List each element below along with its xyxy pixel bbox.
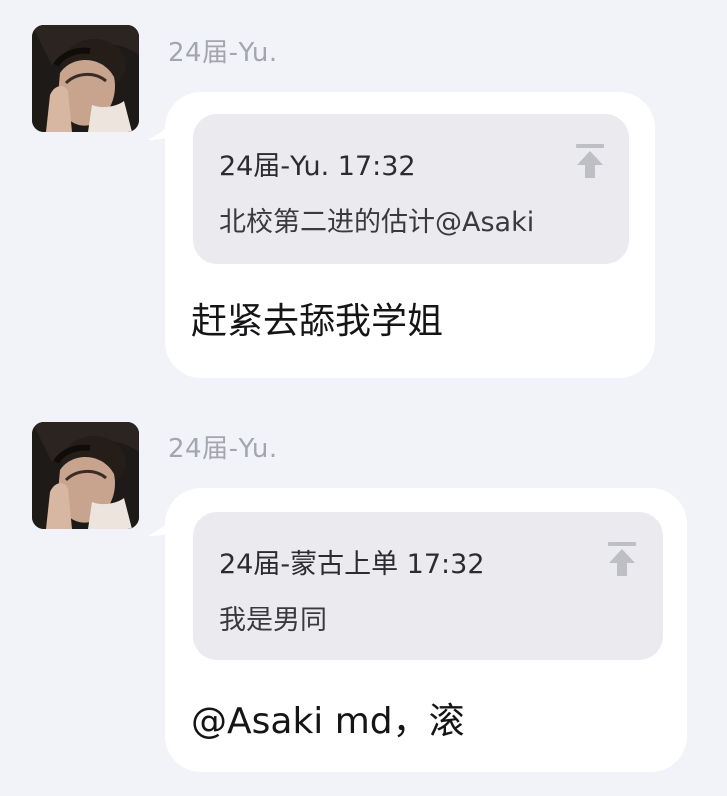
message-text: @Asaki md，滚 xyxy=(191,701,465,742)
quoted-text: 北校第二进的估计@Asaki xyxy=(219,207,535,238)
sender-name: 24届-Yu. xyxy=(168,434,278,464)
message-bubble[interactable]: 24届-Yu. 17:32 北校第二进的估计@Asaki 赶紧去舔我学姐 xyxy=(165,92,655,378)
jump-to-message-icon[interactable] xyxy=(605,540,639,578)
message-text: 赶紧去舔我学姐 xyxy=(191,301,444,342)
message-bubble[interactable]: 24届-蒙古上单 17:32 我是男同 @Asaki md，滚 xyxy=(165,488,687,772)
user-avatar-photo-icon xyxy=(32,422,139,529)
quoted-message[interactable]: 24届-Yu. 17:32 北校第二进的估计@Asaki xyxy=(193,114,629,264)
chat-message: 24届-Yu. 24届-Yu. 17:32 北校第二进的估计@Asaki 赶紧去… xyxy=(0,0,727,390)
sender-name: 24届-Yu. xyxy=(168,38,278,68)
avatar[interactable] xyxy=(32,25,139,132)
jump-to-message-icon[interactable] xyxy=(573,142,607,180)
quoted-message[interactable]: 24届-蒙古上单 17:32 我是男同 xyxy=(193,512,663,660)
user-avatar-photo-icon xyxy=(32,25,139,132)
quoted-sender-time: 24届-Yu. 17:32 xyxy=(219,151,416,182)
avatar[interactable] xyxy=(32,422,139,529)
chat-message: 24届-Yu. 24届-蒙古上单 17:32 我是男同 @Asaki md，滚 xyxy=(0,400,727,796)
quoted-sender-time: 24届-蒙古上单 17:32 xyxy=(219,549,485,580)
quoted-text: 我是男同 xyxy=(219,605,327,636)
